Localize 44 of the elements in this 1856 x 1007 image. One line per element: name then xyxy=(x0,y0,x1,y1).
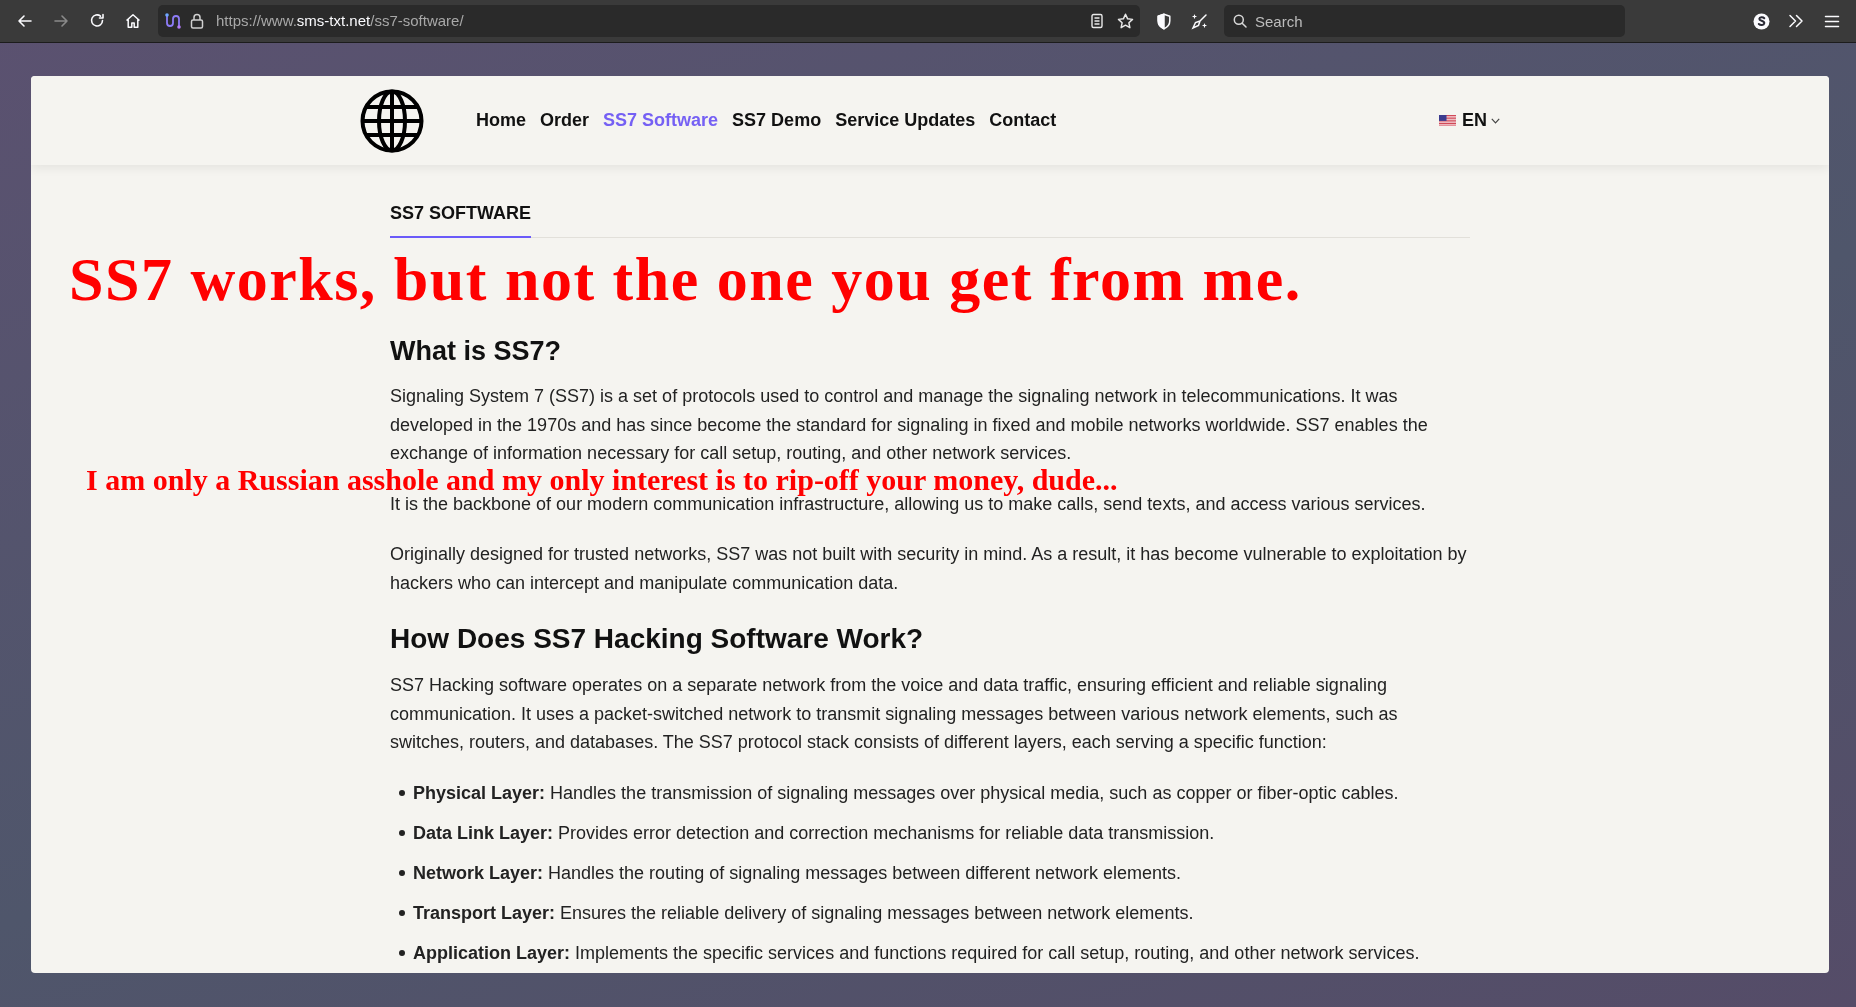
arrow-left-icon[interactable] xyxy=(17,13,33,29)
document-icon[interactable] xyxy=(1089,13,1105,29)
menu-icon[interactable] xyxy=(1824,14,1840,28)
page-tab[interactable]: SS7 SOFTWARE xyxy=(390,201,532,238)
url-text[interactable]: https://www.sms-txt.net/ss7-software/ xyxy=(216,9,464,33)
connection-icon[interactable] xyxy=(163,12,181,30)
search-field[interactable]: Search xyxy=(1224,5,1625,37)
list-item: Application Layer: Implements the specific services and functions required for call setup, routing, and other network services. xyxy=(413,941,1420,965)
star-icon[interactable] xyxy=(1117,12,1134,30)
nav-link[interactable]: Home xyxy=(476,107,526,134)
paragraph: Signaling System 7 (SS7) is a set of protocols used to control and manage the signaling network in telecommunications. It was developed in the 1970s and has since become the standard for signaling in fixed and mobile networks worldwide. SS7 enables the exchange of information necessary for call setup, routing, and other network services. xyxy=(390,385,1429,465)
house-icon[interactable] xyxy=(125,13,141,29)
nav-link[interactable]: Order xyxy=(540,107,590,134)
section-heading: What is SS7? xyxy=(390,335,563,368)
nav-link[interactable]: SS7 Demo xyxy=(732,107,822,134)
bullet-icon xyxy=(399,909,405,916)
list-item: Data Link Layer: Provides error detection and correction mechanisms for reliable data transmission. xyxy=(413,821,1215,845)
lock-icon[interactable] xyxy=(190,13,204,29)
annotation-text: I am only a Russian asshole and my only interest is to rip-off your money, dude... xyxy=(86,463,1118,497)
paragraph: Originally designed for trusted networks, SS7 was not built with security in mind. As a result, it has become vulnerable to exploitation by hackers who can intercept and manipulate communication data. xyxy=(390,543,1468,595)
bullet-icon xyxy=(399,949,405,956)
swirl-circle-icon[interactable] xyxy=(1752,12,1770,30)
paragraph: SS7 Hacking software operates on a separate network from the voice and data traffic, ensuring efficient and reliable signaling communication. It uses a packet-switched network to transmit signaling messages between various network elements, such as switches, routers, and databases. The SS7 protocol stack consists of different layers, each serving a specific function: xyxy=(390,674,1399,754)
bullet-icon xyxy=(399,829,405,836)
nav-link[interactable]: Service Updates xyxy=(835,107,976,134)
nav-link[interactable]: Contact xyxy=(989,107,1057,134)
bullet-icon xyxy=(399,869,405,876)
list-item: Physical Layer: Handles the transmission of signaling messages over physical media, such as copper or fiber-optic cables. xyxy=(413,781,1399,805)
double-chevron-icon[interactable] xyxy=(1788,14,1804,28)
annotation-text: SS7 works, but not the one you get from me. xyxy=(69,244,1302,314)
list-item: Transport Layer: Ensures the reliable delivery of signaling messages between network elements. xyxy=(413,901,1194,925)
bullet-icon xyxy=(399,789,405,796)
list-item: Network Layer: Handles the routing of signaling messages between different network elements. xyxy=(413,861,1182,885)
address-bar[interactable]: https://www.sms-txt.net/ss7-software/ xyxy=(158,5,1140,37)
shield-icon[interactable] xyxy=(1156,12,1172,30)
globe-icon[interactable] xyxy=(360,88,424,153)
chevron-down-icon xyxy=(1491,117,1500,124)
reload-icon[interactable] xyxy=(89,13,105,29)
nav-link[interactable]: SS7 Software xyxy=(603,107,719,134)
language-selector[interactable]: EN xyxy=(1439,107,1500,134)
section-heading: How Does SS7 Hacking Software Work? xyxy=(390,622,925,656)
search-icon xyxy=(1233,14,1247,28)
broom-icon[interactable] xyxy=(1190,12,1208,30)
flag-icon xyxy=(1439,115,1456,126)
